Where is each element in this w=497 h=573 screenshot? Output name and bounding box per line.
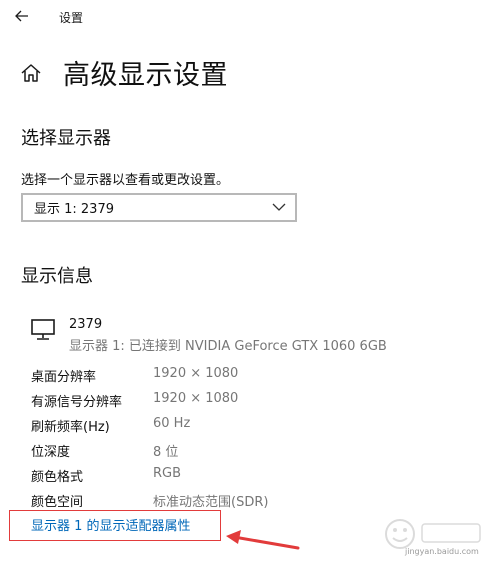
info-value-active-signal-resolution: 1920 × 1080	[153, 391, 239, 406]
watermark-site-text: jingyan.baidu.com	[405, 547, 479, 556]
page-title: 高级显示设置	[63, 60, 228, 91]
annotation-highlight-box	[9, 510, 221, 541]
display-select-dropdown[interactable]: 显示 1: 2379	[21, 193, 297, 222]
info-value-bit-depth: 8 位	[153, 445, 179, 460]
back-button[interactable]	[12, 6, 32, 26]
info-label-color-format: 颜色格式	[31, 470, 84, 485]
info-label-bit-depth: 位深度	[31, 445, 71, 460]
home-icon	[21, 64, 41, 82]
info-value-color-space: 标准动态范围(SDR)	[153, 495, 269, 510]
window-title: 设置	[59, 11, 84, 25]
back-arrow-icon	[15, 10, 28, 22]
info-value-refresh-rate: 60 Hz	[153, 416, 191, 431]
info-label-refresh-rate: 刷新频率(Hz)	[31, 420, 110, 435]
info-value-desktop-resolution: 1920 × 1080	[153, 366, 239, 381]
home-button[interactable]	[20, 62, 42, 84]
select-display-instruction: 选择一个显示器以查看或更改设置。	[21, 173, 230, 188]
info-label-desktop-resolution: 桌面分辨率	[31, 370, 97, 385]
annotation-arrow-icon	[226, 530, 300, 550]
monitor-icon	[31, 319, 55, 340]
chevron-down-icon	[272, 203, 286, 211]
display-select-value: 显示 1: 2379	[34, 202, 114, 217]
display-info-heading: 显示信息	[21, 266, 93, 287]
info-label-active-signal-resolution: 有源信号分辨率	[31, 395, 123, 410]
select-display-heading: 选择显示器	[21, 128, 111, 149]
info-value-color-format: RGB	[153, 466, 182, 481]
display-connection: 显示器 1: 已连接到 NVIDIA GeForce GTX 1060 6GB	[69, 339, 387, 354]
info-label-color-space: 颜色空间	[31, 495, 84, 510]
display-name: 2379	[69, 317, 103, 332]
